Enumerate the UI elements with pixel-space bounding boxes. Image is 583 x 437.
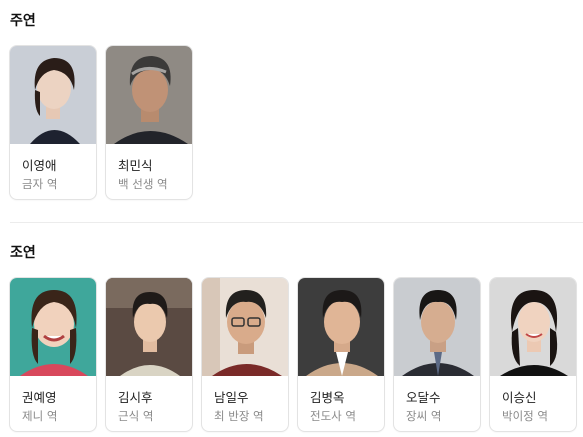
actor-name: 김시후 xyxy=(118,390,153,405)
cast-card-supporting-6[interactable]: 이승신 박이정 역 xyxy=(489,277,577,432)
actor-name: 권예영 xyxy=(22,390,57,405)
actor-photo xyxy=(10,46,96,144)
cast-card-supporting-1[interactable]: 권예영 제니 역 xyxy=(9,277,97,432)
lead-cast-heading: 주연 xyxy=(10,13,36,29)
actor-role: 백 선생 역 xyxy=(118,177,168,191)
section-divider xyxy=(10,222,583,223)
actor-photo xyxy=(106,46,192,144)
actor-role: 장씨 역 xyxy=(406,409,442,423)
actor-name: 최민식 xyxy=(118,158,153,173)
actor-role: 제니 역 xyxy=(22,409,58,423)
actor-role: 근식 역 xyxy=(118,409,154,423)
actor-photo xyxy=(202,278,288,376)
actor-photo xyxy=(394,278,480,376)
cast-card-supporting-4[interactable]: 김병옥 전도사 역 xyxy=(297,277,385,432)
actor-role: 금자 역 xyxy=(22,177,58,191)
supporting-cast-heading: 조연 xyxy=(10,245,36,261)
actor-role: 최 반장 역 xyxy=(214,409,264,423)
cast-card-supporting-2[interactable]: 김시후 근식 역 xyxy=(105,277,193,432)
cast-card-lead-1[interactable]: 이영애 금자 역 xyxy=(9,45,97,200)
actor-name: 이영애 xyxy=(22,158,57,173)
cast-card-lead-2[interactable]: 최민식 백 선생 역 xyxy=(105,45,193,200)
actor-role: 전도사 역 xyxy=(310,409,356,423)
cast-card-supporting-3[interactable]: 남일우 최 반장 역 xyxy=(201,277,289,432)
actor-name: 이승신 xyxy=(502,390,537,405)
cast-card-supporting-5[interactable]: 오달수 장씨 역 xyxy=(393,277,481,432)
actor-photo xyxy=(298,278,384,376)
actor-photo xyxy=(10,278,96,376)
actor-name: 김병옥 xyxy=(310,390,345,405)
actor-name: 오달수 xyxy=(406,390,441,405)
actor-photo xyxy=(106,278,192,376)
actor-role: 박이정 역 xyxy=(502,409,548,423)
actor-name: 남일우 xyxy=(214,390,249,405)
actor-photo xyxy=(490,278,576,376)
